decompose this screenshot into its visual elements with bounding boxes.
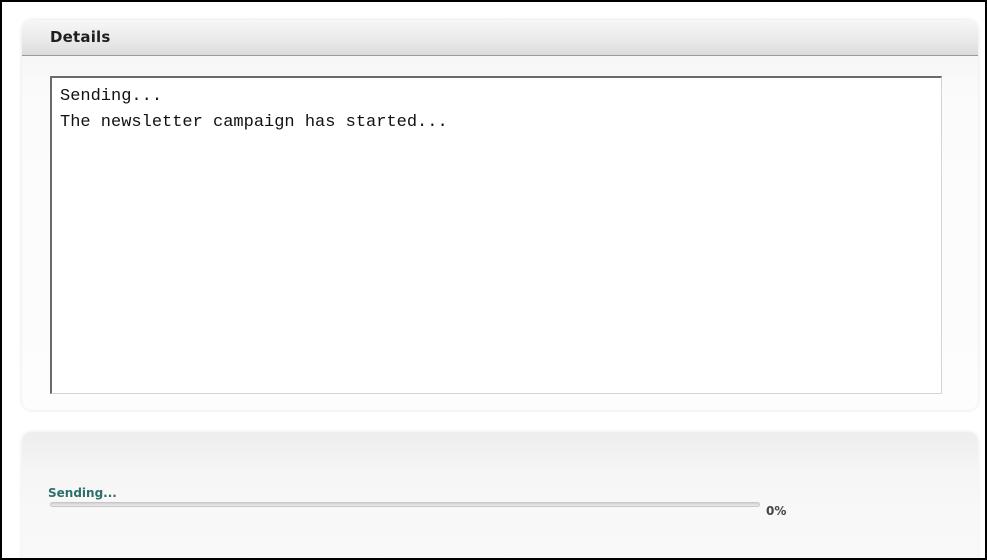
log-line: Sending... <box>60 87 163 106</box>
details-panel-header: Details <box>22 20 978 56</box>
log-line: The newsletter campaign has started... <box>60 113 448 132</box>
window-frame: Details Sending... The newsletter campai… <box>0 0 987 560</box>
progress-status-label: Sending... <box>48 486 117 500</box>
details-panel-title: Details <box>50 28 111 46</box>
progress-bar <box>50 502 760 507</box>
details-panel: Details Sending... The newsletter campai… <box>22 20 978 410</box>
progress-percent-label: 0% <box>766 504 787 518</box>
details-log-textarea[interactable]: Sending... The newsletter campaign has s… <box>50 76 942 394</box>
progress-panel: Sending... 0% <box>22 432 978 558</box>
